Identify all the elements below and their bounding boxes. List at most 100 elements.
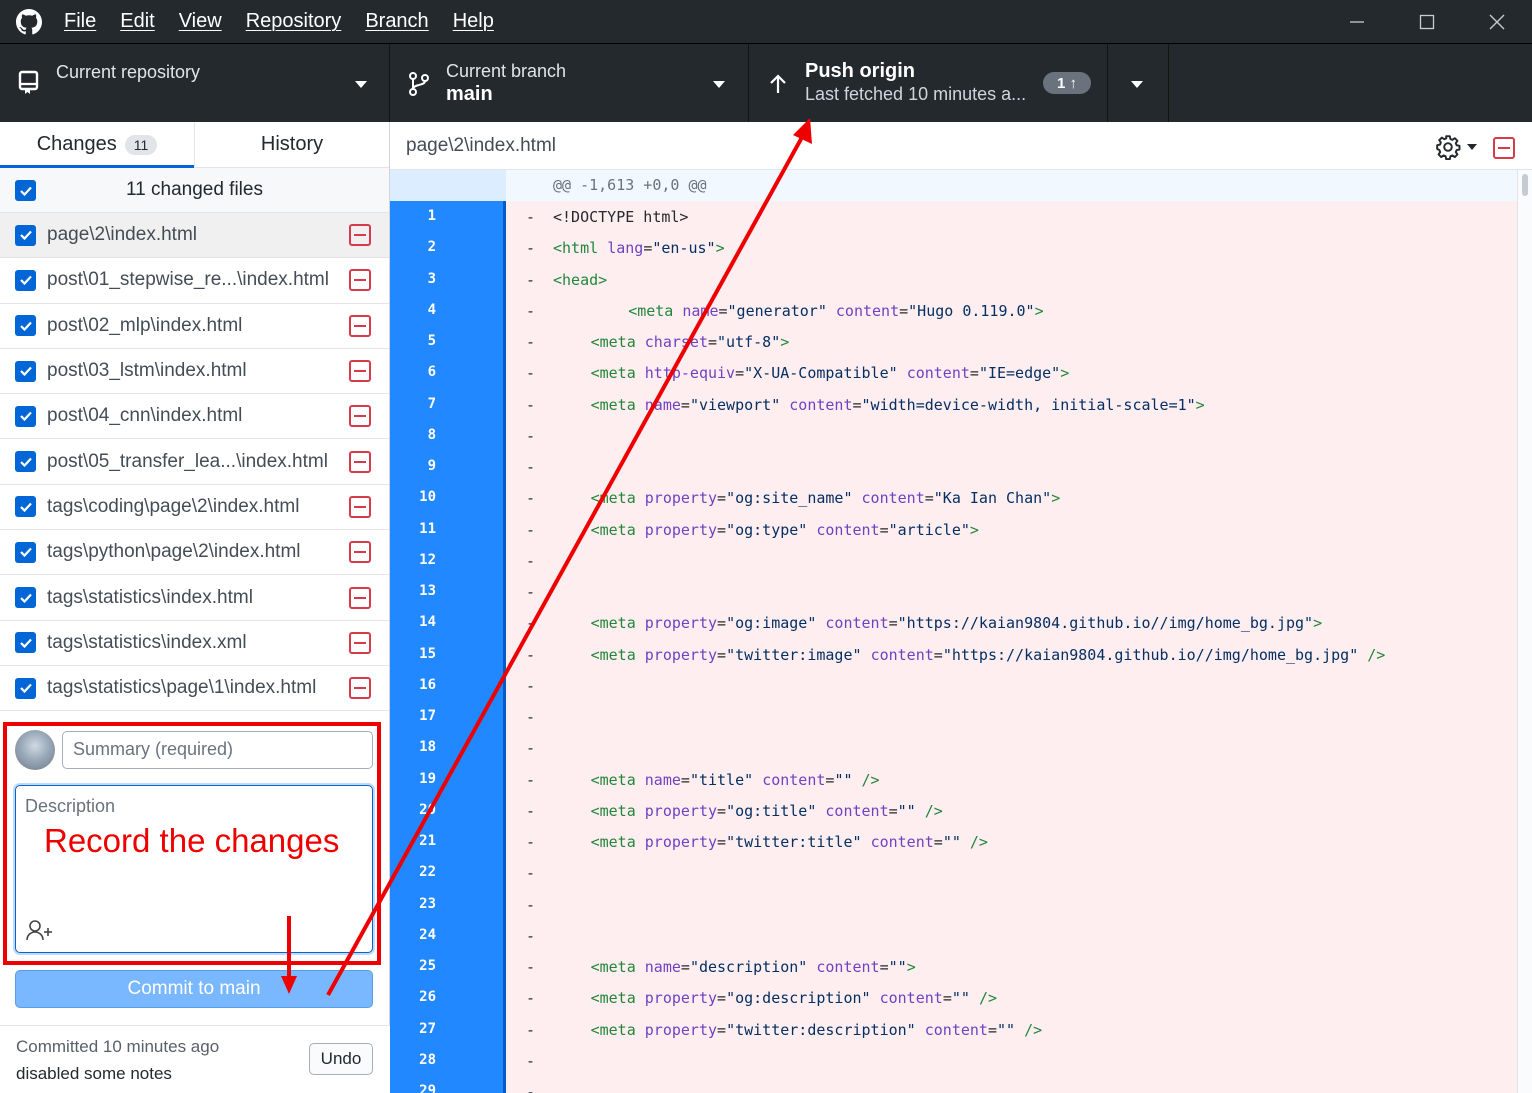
undo-button[interactable]: Undo — [309, 1043, 373, 1075]
line-number[interactable]: 19 — [390, 763, 446, 795]
menu-branch[interactable]: Branch — [365, 10, 428, 33]
file-checkbox[interactable] — [15, 677, 36, 699]
line-code: <meta name="viewport" content="width=dev… — [591, 396, 1205, 414]
code-token: "og:type" — [726, 520, 817, 539]
code-token: "twitter:title" — [726, 833, 871, 851]
line-number[interactable]: 29 — [390, 1076, 446, 1093]
line-number[interactable]: 6 — [390, 357, 446, 389]
gear-icon[interactable] — [1435, 134, 1461, 160]
changed-file-row[interactable]: post\05_transfer_lea...\index.html — [0, 439, 389, 485]
code-token: <meta — [590, 989, 645, 1008]
changed-file-row[interactable]: tags\statistics\index.html — [0, 575, 389, 621]
current-repository-button[interactable]: Current repository — [0, 44, 390, 122]
line-number[interactable]: 10 — [390, 482, 446, 514]
file-checkbox[interactable] — [15, 315, 36, 337]
line-number[interactable]: 22 — [390, 857, 446, 889]
summary-input[interactable]: Summary (required) — [62, 731, 373, 769]
deletion-marker: - — [526, 583, 536, 601]
commit-button[interactable]: Commit to main — [15, 970, 373, 1008]
changed-file-row[interactable]: post\02_mlp\index.html — [0, 304, 389, 349]
line-number[interactable]: 14 — [390, 607, 446, 639]
changed-file-row[interactable]: post\04_cnn\index.html — [0, 394, 389, 440]
changed-file-row[interactable]: post\01_stepwise_re...\index.html — [0, 258, 389, 304]
annotation-text: Record the changes — [44, 822, 340, 859]
line-number[interactable]: 17 — [390, 701, 446, 733]
code-token: > — [1034, 301, 1044, 320]
diff-view: @@ -1,613 +0,0 @@ 1- <!DOCTYPE html> 2- <ht… — [390, 170, 1517, 1093]
file-checkbox[interactable] — [15, 224, 36, 246]
line-number[interactable]: 13 — [390, 576, 446, 608]
line-gutter-new — [446, 513, 506, 545]
menu-file[interactable]: File — [64, 10, 96, 33]
line-number[interactable]: 26 — [390, 982, 446, 1014]
checkmark-icon — [19, 321, 32, 331]
scrollbar-thumb[interactable] — [1522, 174, 1528, 196]
line-number[interactable]: 23 — [390, 888, 446, 920]
changed-file-row[interactable]: tags\python\page\2\index.html — [0, 530, 389, 576]
current-branch-button[interactable]: Current branch main — [390, 44, 749, 122]
description-textarea[interactable]: Description — [15, 785, 373, 953]
code-token: "generator" — [727, 301, 836, 320]
changed-file-row[interactable]: tags\statistics\page\1\index.html — [0, 666, 389, 712]
menu-view[interactable]: View — [179, 10, 222, 33]
code-token: <head> — [553, 270, 608, 289]
file-checkbox[interactable] — [15, 587, 36, 609]
push-options-button[interactable] — [1108, 44, 1169, 122]
line-number[interactable]: 7 — [390, 388, 446, 420]
line-number[interactable]: 2 — [390, 232, 446, 264]
line-number[interactable]: 15 — [390, 638, 446, 670]
changed-file-row[interactable]: page\2\index.html — [0, 213, 389, 259]
add-coauthor-icon[interactable] — [26, 919, 56, 941]
code-token: = — [680, 395, 690, 414]
line-number[interactable]: 21 — [390, 826, 446, 858]
line-number[interactable]: 9 — [390, 451, 446, 483]
line-number[interactable]: 27 — [390, 1013, 446, 1045]
minimize-button[interactable] — [1322, 0, 1392, 43]
menu-repository[interactable]: Repository — [246, 10, 342, 33]
line-number[interactable]: 1 — [390, 201, 446, 233]
deletion-marker: - — [526, 833, 536, 851]
line-number[interactable]: 20 — [390, 794, 446, 826]
close-button[interactable] — [1462, 0, 1532, 43]
line-number[interactable]: 16 — [390, 669, 446, 701]
file-checkbox[interactable] — [15, 451, 36, 473]
line-gutter-new — [446, 576, 506, 608]
line-number[interactable]: 18 — [390, 732, 446, 764]
select-all-checkbox[interactable] — [15, 180, 36, 201]
file-checkbox[interactable] — [15, 541, 36, 563]
line-number[interactable]: 3 — [390, 263, 446, 295]
diff-scrollbar[interactable] — [1517, 170, 1532, 1093]
changed-file-row[interactable]: tags\statistics\index.xml — [0, 621, 389, 666]
line-number[interactable]: 25 — [390, 951, 446, 983]
discard-file-icon[interactable] — [1493, 137, 1515, 159]
tab-changes[interactable]: Changes 11 — [0, 122, 194, 168]
changed-file-row[interactable]: tags\coding\page\2\index.html — [0, 485, 389, 531]
line-number[interactable]: 8 — [390, 419, 446, 451]
line-number[interactable]: 28 — [390, 1044, 446, 1076]
code-token: <!DOCTYPE html> — [553, 208, 689, 226]
changed-file-row[interactable]: post\03_lstm\index.html — [0, 349, 389, 395]
line-number[interactable]: 5 — [390, 326, 446, 358]
deletion-marker: - — [526, 333, 536, 351]
menu-help[interactable]: Help — [453, 10, 494, 33]
file-checkbox[interactable] — [15, 632, 36, 654]
line-number[interactable]: 24 — [390, 919, 446, 951]
file-checkbox[interactable] — [15, 360, 36, 382]
line-number[interactable]: 12 — [390, 544, 446, 576]
line-gutter-new — [446, 482, 506, 514]
chevron-down-icon[interactable] — [1467, 144, 1477, 150]
line-number[interactable]: 4 — [390, 294, 446, 326]
checkmark-icon — [19, 366, 32, 377]
description-placeholder: Description — [25, 796, 116, 816]
code-token: = — [717, 801, 727, 820]
line-code: <meta property="og:site_name" content="K… — [591, 489, 1061, 507]
file-checkbox[interactable] — [15, 269, 36, 291]
line-number[interactable]: 11 — [390, 513, 446, 545]
file-checkbox[interactable] — [15, 405, 36, 427]
maximize-button[interactable] — [1392, 0, 1462, 43]
menu-edit[interactable]: Edit — [120, 10, 154, 33]
current-branch-value: main — [446, 83, 493, 105]
tab-history[interactable]: History — [194, 122, 389, 167]
file-checkbox[interactable] — [15, 496, 36, 518]
code-token: /> — [861, 770, 880, 789]
